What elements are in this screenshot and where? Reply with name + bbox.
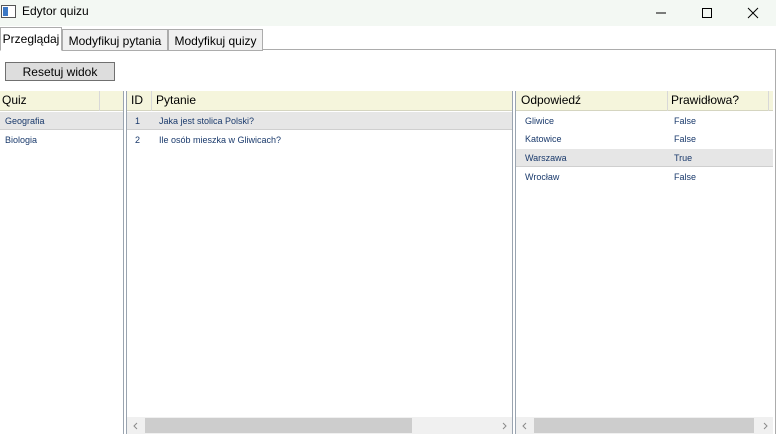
answer-correct-cell: False <box>674 172 697 182</box>
answer-grid-horizontal-scrollbar[interactable] <box>516 417 773 434</box>
column-separator <box>99 91 100 111</box>
column-header-answer[interactable]: Odpowiedź <box>521 93 581 107</box>
scroll-right-button[interactable] <box>495 417 512 434</box>
answer-row[interactable]: Gliwice False <box>516 112 773 130</box>
column-separator <box>151 91 152 111</box>
answer-row[interactable]: Wrocław False <box>516 168 773 186</box>
scroll-left-button[interactable] <box>127 417 144 434</box>
minimize-button[interactable] <box>638 0 684 26</box>
answer-row[interactable]: Warszawa True <box>516 149 773 167</box>
maximize-icon <box>702 8 712 18</box>
question-id-cell: 1 <box>135 116 141 126</box>
chevron-left-icon <box>521 422 526 429</box>
column-separator <box>667 91 668 111</box>
answer-text-cell: Gliwice <box>525 116 555 126</box>
tab-modify-questions[interactable]: Modyfikuj pytania <box>62 29 168 51</box>
app-icon <box>1 5 16 18</box>
maximize-button[interactable] <box>684 0 730 26</box>
question-grid-horizontal-scrollbar[interactable] <box>127 417 512 434</box>
answer-grid-header: Odpowiedź Prawidłowa? <box>516 91 773 111</box>
reset-view-button[interactable]: Resetuj widok <box>5 62 115 81</box>
scroll-right-button[interactable] <box>756 417 773 434</box>
answer-correct-cell: True <box>674 153 693 163</box>
quiz-name-cell: Geografia <box>5 116 45 126</box>
scroll-left-button[interactable] <box>516 417 533 434</box>
chevron-right-icon <box>763 422 768 429</box>
question-text-cell: Ile osób mieszka w Gliwicach? <box>159 135 282 145</box>
chevron-right-icon <box>502 422 507 429</box>
tab-strip: Modyfikuj pytania Modyfikuj quizy Przegl… <box>0 27 776 51</box>
tab-modify-quizzes[interactable]: Modyfikuj quizy <box>168 29 263 51</box>
answer-correct-cell: False <box>674 116 697 126</box>
answer-text-cell: Wrocław <box>525 172 560 182</box>
minimize-icon <box>656 12 666 14</box>
question-row[interactable]: 1 Jaka jest stolica Polski? <box>127 112 512 130</box>
answer-row[interactable]: Katowice False <box>516 130 773 148</box>
quiz-grid: Quiz Geografia Biologia <box>0 91 124 434</box>
window-title: Edytor quizu <box>22 4 89 18</box>
close-button[interactable] <box>730 0 776 26</box>
quiz-row-geografia[interactable]: Geografia <box>0 112 123 130</box>
question-row[interactable]: 2 Ile osób mieszka w Gliwicach? <box>127 131 512 149</box>
answer-text-cell: Katowice <box>525 134 562 144</box>
column-header-question[interactable]: Pytanie <box>156 93 196 107</box>
quiz-grid-header: Quiz <box>0 91 123 111</box>
answer-text-cell: Warszawa <box>525 153 567 163</box>
question-grid: ID Pytanie 1 Jaka jest stolica Polski? 2… <box>126 91 513 434</box>
title-bar: Edytor quizu <box>0 0 776 26</box>
question-text-cell: Jaka jest stolica Polski? <box>159 116 255 126</box>
quiz-name-cell: Biologia <box>5 135 38 145</box>
question-id-cell: 2 <box>135 135 141 145</box>
scrollbar-thumb[interactable] <box>534 418 754 433</box>
answer-grid: Odpowiedź Prawidłowa? Gliwice False Kato… <box>515 91 773 434</box>
browse-panel: Resetuj widok Quiz Geografia Biologia ID… <box>0 50 776 434</box>
column-header-id[interactable]: ID <box>131 93 143 107</box>
question-grid-header: ID Pytanie <box>127 91 512 111</box>
column-separator <box>768 91 769 111</box>
column-header-quiz[interactable]: Quiz <box>2 93 27 107</box>
close-icon <box>747 7 759 19</box>
scrollbar-thumb[interactable] <box>145 418 412 433</box>
column-header-correct[interactable]: Prawidłowa? <box>671 93 739 107</box>
answer-correct-cell: False <box>674 134 697 144</box>
quiz-row-biologia[interactable]: Biologia <box>0 131 123 149</box>
chevron-left-icon <box>132 422 137 429</box>
tab-browse[interactable]: Przeglądaj <box>0 27 62 51</box>
